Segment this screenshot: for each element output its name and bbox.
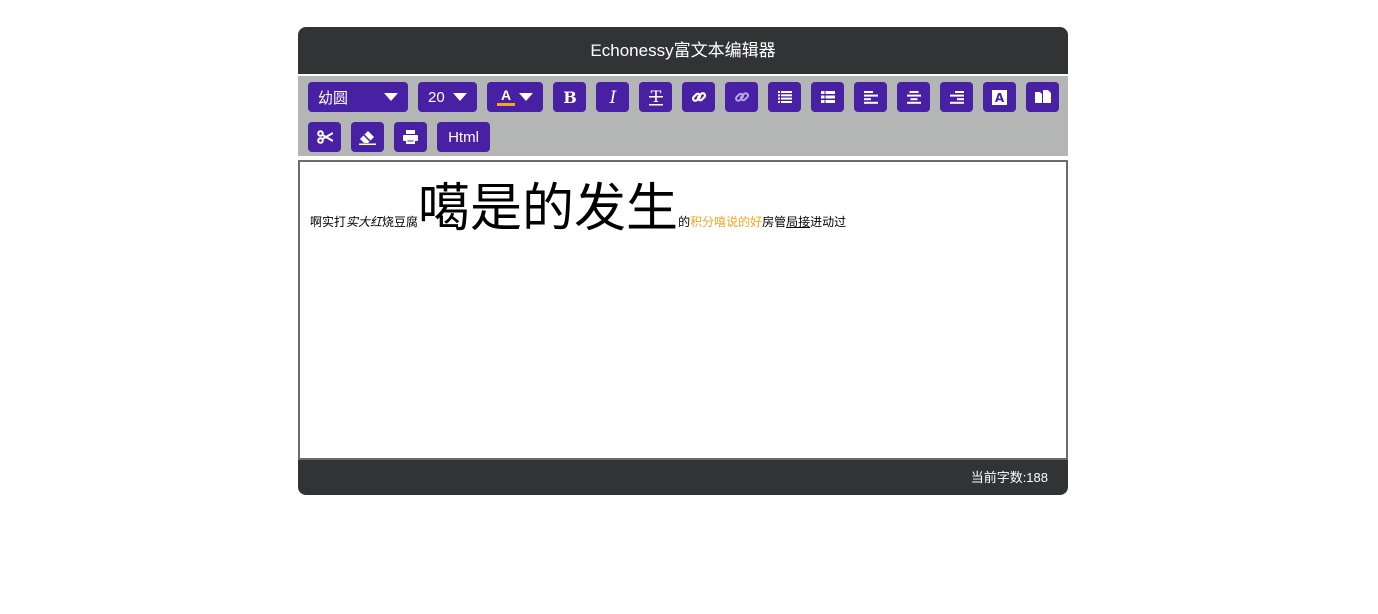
font-background-button[interactable]: A	[983, 82, 1016, 112]
link-button[interactable]	[682, 82, 715, 112]
chevron-down-icon	[384, 93, 398, 101]
editor-title: Echonessy富文本编辑器	[298, 27, 1068, 74]
colored-text-segment: 积分嘻说的好	[690, 215, 763, 229]
font-size-select[interactable]: 20	[418, 82, 477, 112]
ordered-list-button[interactable]	[768, 82, 801, 112]
content-paragraph: 啊实打实大红烧豆腐噶是的发生的积分嘻说的好房管局接进动过	[310, 178, 846, 240]
html-button[interactable]: Html	[437, 122, 490, 152]
svg-text:I: I	[608, 89, 616, 105]
italic-button[interactable]: I	[596, 82, 629, 112]
copy-icon	[1034, 89, 1051, 105]
eraser-button[interactable]	[351, 122, 384, 152]
print-icon	[403, 130, 418, 144]
align-right-icon	[949, 90, 964, 104]
unlink-button[interactable]	[725, 82, 758, 112]
text-segment: 房管	[762, 215, 787, 229]
text-segment: 的	[678, 215, 691, 229]
print-button[interactable]	[394, 122, 427, 152]
toolbar: 幼圆 20 A B I T A Html	[298, 76, 1068, 156]
font-color-letter: A	[500, 87, 512, 103]
strikethrough-icon: T	[648, 88, 664, 106]
align-right-button[interactable]	[940, 82, 973, 112]
align-left-button[interactable]	[854, 82, 887, 112]
strikethrough-button[interactable]: T	[639, 82, 672, 112]
font-color-icon: A	[497, 87, 515, 107]
italic-text-segment: 实大红	[346, 215, 383, 229]
chevron-down-icon	[519, 93, 533, 101]
align-center-icon	[906, 90, 921, 104]
unordered-list-button[interactable]	[811, 82, 844, 112]
svg-text:A: A	[995, 91, 1005, 105]
font-background-icon: A	[992, 89, 1007, 105]
underlined-text-segment: 局接	[786, 215, 811, 229]
copy-button[interactable]	[1026, 82, 1059, 112]
link-icon	[691, 89, 707, 105]
unlink-icon	[734, 89, 750, 105]
rich-text-editor: Echonessy富文本编辑器 幼圆 20 A B I T A Html 啊实打…	[298, 27, 1068, 495]
large-text-segment: 噶是的发生	[418, 180, 679, 238]
font-color-bar	[497, 103, 515, 106]
status-bar: 当前字数:188	[298, 460, 1068, 495]
font-family-select[interactable]: 幼圆	[308, 82, 408, 112]
font-family-value: 幼圆	[318, 89, 349, 107]
italic-icon: I	[606, 89, 620, 105]
eraser-icon	[359, 130, 376, 145]
cut-button[interactable]	[308, 122, 341, 152]
text-segment: 进	[810, 215, 823, 229]
bold-button[interactable]: B	[553, 82, 586, 112]
font-color-select[interactable]: A	[487, 82, 543, 112]
svg-text:B: B	[563, 89, 577, 105]
chevron-down-icon	[453, 93, 467, 101]
text-segment: 烧豆腐	[382, 215, 419, 229]
unordered-list-icon	[820, 91, 835, 103]
cut-icon	[316, 130, 333, 144]
font-size-value: 20	[428, 88, 445, 106]
text-segment: 啊实打	[310, 215, 347, 229]
align-left-icon	[863, 90, 878, 104]
html-button-label: Html	[448, 128, 479, 146]
editor-content[interactable]: 啊实打实大红烧豆腐噶是的发生的积分嘻说的好房管局接进动过	[298, 160, 1068, 460]
word-count: 当前字数:188	[970, 470, 1048, 485]
align-center-button[interactable]	[897, 82, 930, 112]
bold-icon: B	[563, 89, 577, 105]
ordered-list-icon	[777, 91, 792, 103]
text-segment: 动过	[822, 215, 847, 229]
